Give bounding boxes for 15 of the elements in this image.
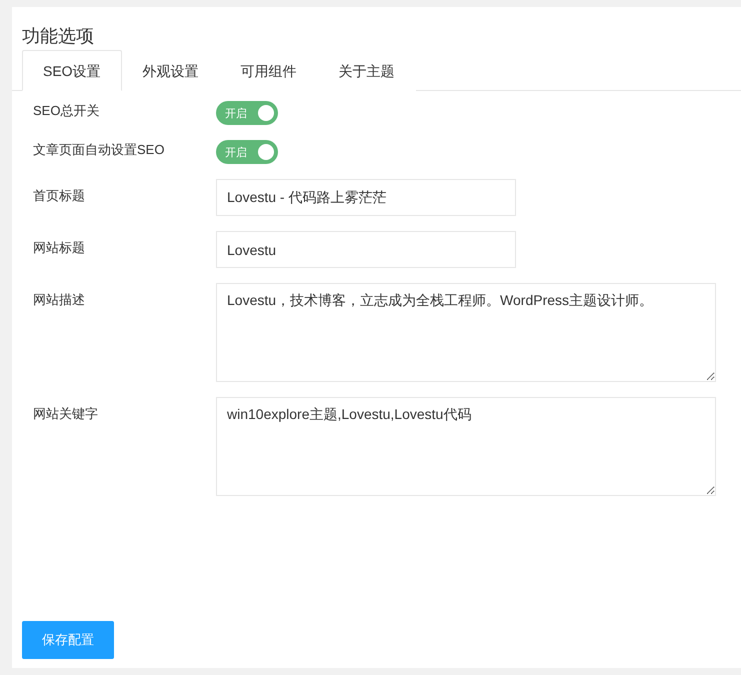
text-area[interactable]: Lovestu，技术博客，立志成为全栈工程师。WordPress主题设计师。	[216, 283, 716, 382]
field-label: 网站描述	[33, 291, 86, 309]
switch-label: 开启	[225, 106, 247, 120]
field-label: 网站关键字	[33, 405, 99, 423]
switch-label: 开启	[225, 146, 247, 160]
field-label: SEO总开关	[33, 102, 100, 120]
tab[interactable]: 外观设置	[122, 50, 220, 91]
field-label: 网站标题	[33, 239, 86, 257]
field-label: 文章页面自动设置SEO	[33, 141, 166, 159]
panel-title: 功能选项	[21, 25, 95, 48]
text-field[interactable]: Lovestu - 代码路上雾茫茫	[216, 179, 516, 216]
field-label: 首页标题	[33, 187, 86, 205]
tab[interactable]: SEO设置	[22, 50, 122, 91]
text-area[interactable]: win10explore主题,Lovestu,Lovestu代码	[216, 397, 716, 496]
text-field[interactable]: Lovestu	[216, 231, 516, 268]
